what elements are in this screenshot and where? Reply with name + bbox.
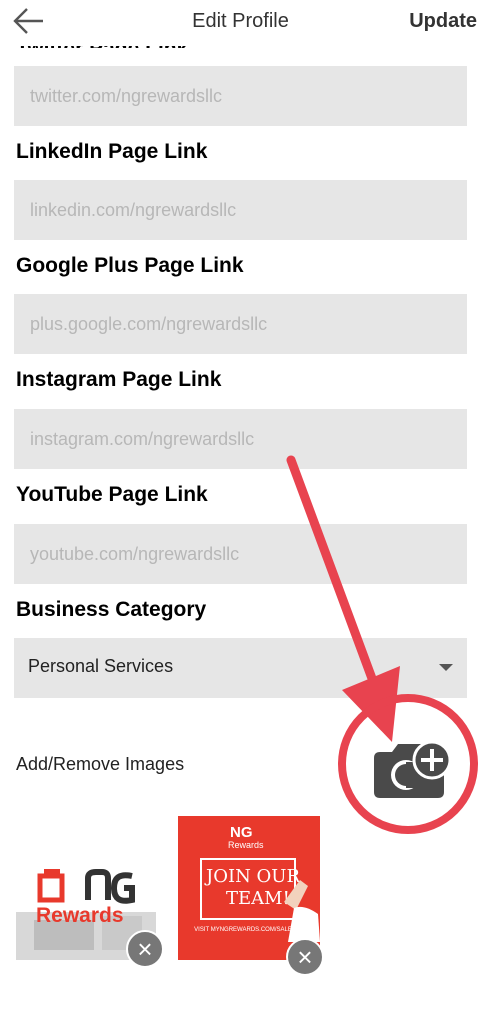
uploaded-image-1[interactable]: Rewards ×	[16, 816, 164, 968]
camera-plus-icon[interactable]	[370, 736, 458, 800]
linkedin-link-field[interactable]: linkedin.com/ngrewardsllc	[14, 180, 467, 240]
ng-rewards-wordmark: Rewards	[36, 904, 124, 927]
business-category-select[interactable]: Personal Services	[14, 638, 467, 698]
rewards-logo-text: Rewards	[228, 840, 264, 850]
google-plus-link-field[interactable]: plus.google.com/ngrewardsllc	[14, 294, 467, 354]
instagram-label: Instagram Page Link	[16, 368, 222, 391]
google-plus-label: Google Plus Page Link	[16, 254, 244, 277]
header: Edit Profile Update	[0, 0, 481, 46]
linkedin-label: LinkedIn Page Link	[16, 140, 208, 163]
add-remove-images-label: Add/Remove Images	[16, 754, 185, 774]
chevron-down-icon	[439, 664, 453, 671]
image-caption: VISIT MYNGREWARDS.COM/SALESAB	[194, 927, 304, 933]
update-button[interactable]: Update	[409, 10, 477, 33]
twitter-link-field[interactable]: twitter.com/ngrewardsllc	[14, 66, 467, 126]
remove-image-1-button[interactable]: ×	[126, 930, 164, 968]
business-category-label: Business Category	[16, 598, 207, 621]
instagram-link-field[interactable]: instagram.com/ngrewardsllc	[14, 409, 467, 469]
youtube-label: YouTube Page Link	[16, 483, 208, 506]
business-category-value: Personal Services	[28, 656, 174, 676]
uploaded-image-2[interactable]: NG Rewards JOIN OUR TEAM! VISIT MYNGREWA…	[178, 816, 324, 976]
ng-logo-text: NG	[230, 824, 253, 841]
youtube-link-field[interactable]: youtube.com/ngrewardsllc	[14, 524, 467, 584]
remove-image-2-button[interactable]: ×	[286, 938, 324, 976]
